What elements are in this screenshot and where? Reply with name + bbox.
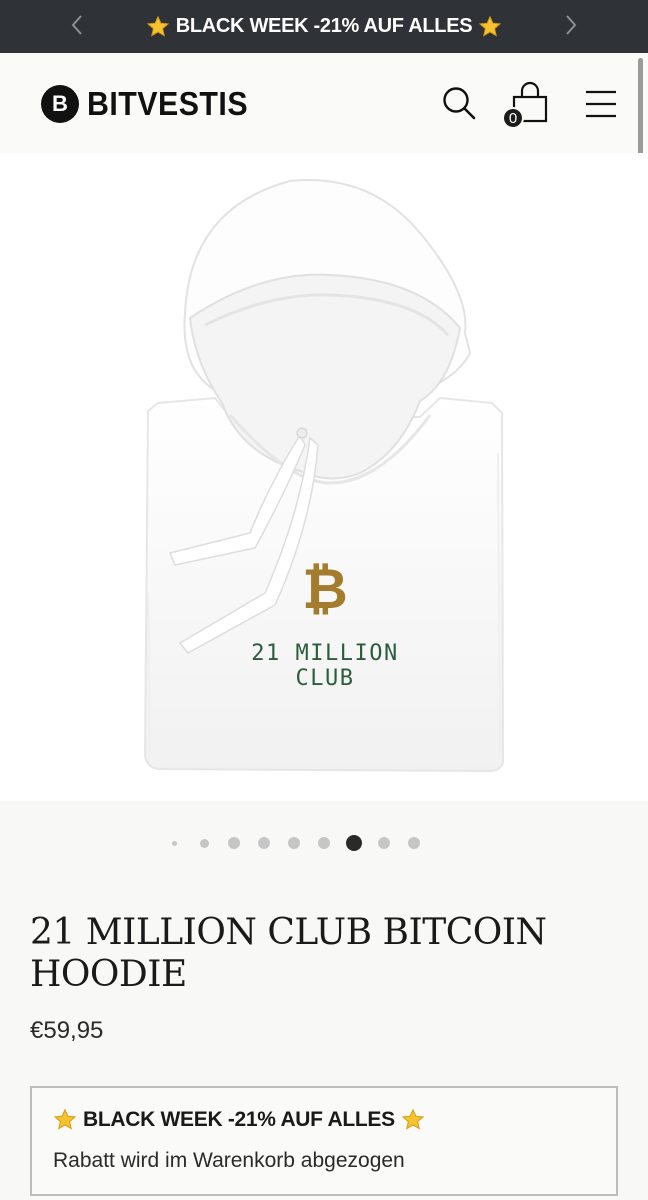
pagination-dot[interactable] (408, 837, 420, 849)
pagination-dot[interactable] (318, 837, 330, 849)
hoodie-product-image (143, 179, 505, 773)
search-icon[interactable] (439, 83, 479, 123)
pagination-dot[interactable] (258, 837, 270, 849)
hamburger-menu-icon[interactable] (582, 85, 620, 123)
pagination-dot[interactable] (228, 837, 240, 849)
star-icon (53, 1108, 77, 1130)
hoodie-print-text: 21 MILLION CLUB (251, 641, 399, 691)
promo-banner: BLACK WEEK -21% AUF ALLES Rabatt wird im… (30, 1086, 618, 1196)
cart-count-badge: 0 (502, 107, 524, 129)
pagination-dot[interactable] (172, 840, 177, 846)
pagination-dot[interactable] (378, 837, 390, 849)
star-icon (401, 1108, 425, 1130)
product-price: €59,95 (30, 1017, 104, 1044)
bitcoin-logo-icon: B (41, 85, 79, 123)
cart-button[interactable]: 0 (500, 81, 552, 133)
announcement-text: BLACK WEEK -21% AUF ALLES (175, 15, 473, 37)
hoodie-bitcoin-print: ₿ (302, 557, 348, 622)
chevron-right-icon[interactable] (556, 10, 586, 40)
star-icon (479, 15, 502, 37)
brand-name: BITVESTIS (87, 85, 249, 122)
announcement-message[interactable]: BLACK WEEK -21% AUF ALLES (146, 15, 503, 39)
gallery-pagination (0, 832, 648, 852)
pagination-dot[interactable] (200, 838, 209, 848)
pagination-dot-active[interactable] (346, 835, 362, 851)
pagination-dot[interactable] (288, 837, 300, 849)
promo-headline: BLACK WEEK -21% AUF ALLES (83, 1108, 395, 1131)
star-icon (146, 15, 169, 37)
promo-subline: Rabatt wird im Warenkorb abgezogen (53, 1149, 405, 1172)
page-scrollbar[interactable] (638, 58, 643, 166)
site-header: B BITVESTIS 0 (0, 53, 648, 153)
announcement-bar: BLACK WEEK -21% AUF ALLES (0, 0, 648, 53)
chevron-left-icon[interactable] (62, 10, 92, 40)
promo-headline-row: BLACK WEEK -21% AUF ALLES (53, 1108, 425, 1132)
product-gallery[interactable]: ₿ 21 MILLION CLUB (0, 153, 648, 801)
product-title: 21 MILLION CLUB BITCOIN HOODIE (30, 912, 547, 995)
brand-logo[interactable]: B BITVESTIS (41, 85, 262, 123)
